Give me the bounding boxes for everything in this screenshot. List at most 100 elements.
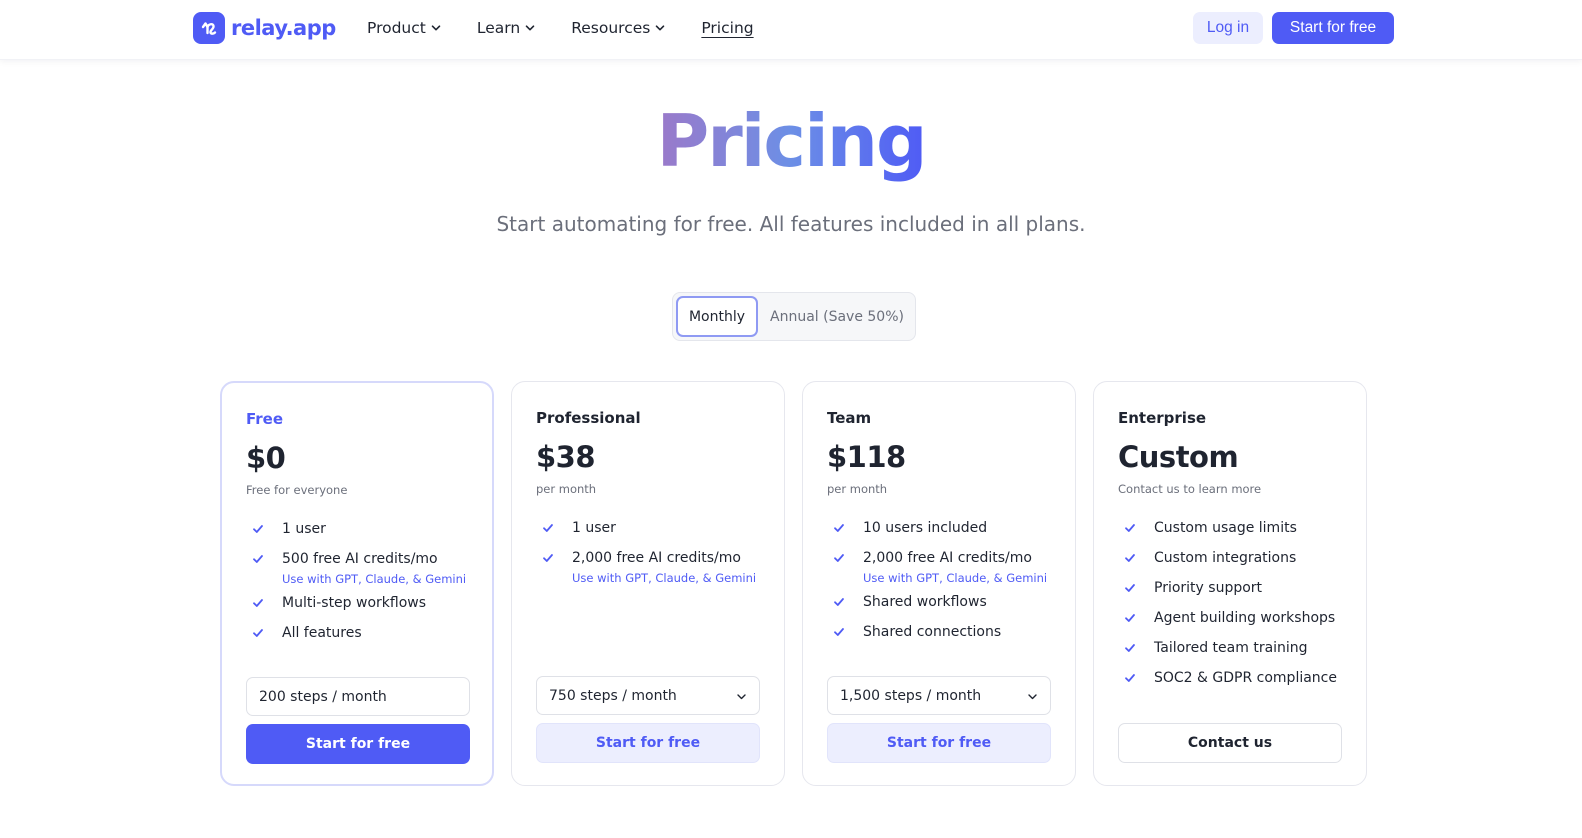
feature-item: SOC2 & GDPR compliance xyxy=(1118,669,1350,699)
feature-item: All features xyxy=(246,624,478,654)
feature-text: 2,000 free AI credits/mo xyxy=(863,550,1032,566)
feature-item: 1 user xyxy=(536,519,768,549)
relay-logo-icon xyxy=(193,12,225,44)
feature-item: Multi-step workflows xyxy=(246,594,478,624)
page-subtitle: Start automating for free. All features … xyxy=(496,212,1086,236)
check-icon xyxy=(253,525,263,533)
feature-text: Tailored team training xyxy=(1154,640,1308,656)
feature-text: SOC2 & GDPR compliance xyxy=(1154,670,1337,686)
feature-item: 2,000 free AI credits/mo Use with GPT, C… xyxy=(536,549,768,586)
plan-price-subtext: per month xyxy=(536,482,597,496)
log-in-button[interactable]: Log in xyxy=(1193,12,1263,44)
feature-text: Shared workflows xyxy=(863,594,987,610)
plan-name: Enterprise xyxy=(1118,409,1207,427)
start-for-free-button[interactable]: Start for free xyxy=(536,723,760,763)
nav-resources[interactable]: Resources xyxy=(571,17,665,39)
check-icon xyxy=(1125,554,1135,562)
steps-select[interactable]: 750 steps / month xyxy=(536,676,760,715)
feature-text: 10 users included xyxy=(863,520,988,536)
check-icon xyxy=(834,524,844,532)
contact-us-button[interactable]: Contact us xyxy=(1118,723,1342,763)
feature-text: All features xyxy=(282,625,362,641)
plan-name: Professional xyxy=(536,409,641,427)
start-for-free-button[interactable]: Start for free xyxy=(827,723,1051,763)
feature-item: Shared connections xyxy=(827,623,1059,653)
check-icon xyxy=(1125,614,1135,622)
nav-learn[interactable]: Learn xyxy=(477,17,535,39)
plan-card-free: Free $0 Free for everyone 1 user 500 fre… xyxy=(220,381,494,786)
feature-text: 500 free AI credits/mo xyxy=(282,551,438,567)
plan-price: $38 xyxy=(536,440,596,474)
nav-learn-label: Learn xyxy=(476,19,521,37)
toggle-annual[interactable]: Annual (Save 50%) xyxy=(761,296,913,337)
feature-list: 1 user 500 free AI credits/mo Use with G… xyxy=(246,520,478,654)
feature-text: Multi-step workflows xyxy=(282,595,427,611)
feature-note: Use with GPT, Claude, & Gemini xyxy=(863,571,1048,585)
billing-period-toggle: Monthly Annual (Save 50%) xyxy=(672,292,916,341)
check-icon xyxy=(253,629,263,637)
plan-price: $0 xyxy=(246,441,286,475)
feature-item: 10 users included xyxy=(827,519,1059,549)
feature-text: Custom usage limits xyxy=(1154,520,1297,536)
chevron-down-icon xyxy=(1028,694,1037,700)
page-title-text: Pricing xyxy=(656,99,927,183)
steps-value: 1,500 steps / month xyxy=(840,687,982,704)
page-title: Pricing xyxy=(0,96,1582,186)
chevron-down-icon xyxy=(525,25,535,31)
plan-name: Team xyxy=(827,409,872,427)
feature-list: 1 user 2,000 free AI credits/mo Use with… xyxy=(536,519,768,593)
start-for-free-button[interactable]: Start for free xyxy=(246,724,470,764)
steps-select[interactable]: 1,500 steps / month xyxy=(827,676,1051,715)
check-icon xyxy=(1125,524,1135,532)
feature-item: Priority support xyxy=(1118,579,1350,609)
check-icon xyxy=(834,554,844,562)
steps-value: 750 steps / month xyxy=(549,687,677,704)
check-icon xyxy=(543,524,553,532)
plan-card-enterprise: Enterprise Custom Contact us to learn mo… xyxy=(1093,381,1367,786)
relay-logo-link[interactable]: relay.app xyxy=(193,12,336,44)
check-icon xyxy=(1125,644,1135,652)
feature-item: Tailored team training xyxy=(1118,639,1350,669)
plan-card-professional: Professional $38 per month 1 user 2,000 … xyxy=(511,381,785,786)
check-icon xyxy=(1125,674,1135,682)
feature-text: 1 user xyxy=(572,520,616,536)
main-nav: Product Learn Resources Pricing xyxy=(367,17,790,39)
feature-text: Agent building workshops xyxy=(1154,610,1336,626)
check-icon xyxy=(253,599,263,607)
plan-price-subtext: Contact us to learn more xyxy=(1118,482,1262,496)
steps-field[interactable]: 200 steps / month xyxy=(246,677,470,716)
plan-price: $118 xyxy=(827,440,906,474)
nav-product[interactable]: Product xyxy=(367,17,441,39)
check-icon xyxy=(253,555,263,563)
chevron-down-icon xyxy=(737,694,746,700)
feature-item: Custom integrations xyxy=(1118,549,1350,579)
plan-price-subtext: per month xyxy=(827,482,888,496)
plan-name: Free xyxy=(246,410,284,428)
feature-item: Custom usage limits xyxy=(1118,519,1350,549)
toggle-monthly[interactable]: Monthly xyxy=(676,296,758,337)
nav-pricing-label: Pricing xyxy=(701,19,754,37)
feature-text: Shared connections xyxy=(863,624,1002,640)
feature-item: 1 user xyxy=(246,520,478,550)
feature-text: 2,000 free AI credits/mo xyxy=(572,550,741,566)
feature-note: Use with GPT, Claude, & Gemini xyxy=(282,572,467,586)
logo-text: relay.app xyxy=(231,16,336,40)
feature-item: Agent building workshops xyxy=(1118,609,1350,639)
feature-item: 2,000 free AI credits/mo Use with GPT, C… xyxy=(827,549,1059,586)
steps-value: 200 steps / month xyxy=(259,688,387,705)
chevron-down-icon xyxy=(431,25,441,31)
plan-card-team: Team $118 per month 10 users included 2,… xyxy=(802,381,1076,786)
nav-resources-label: Resources xyxy=(571,19,651,37)
feature-text: 1 user xyxy=(282,521,326,537)
check-icon xyxy=(543,554,553,562)
plan-price: Custom xyxy=(1118,440,1239,474)
top-navigation-bar: relay.app Product Learn Resources Pricin… xyxy=(0,0,1582,60)
nav-pricing[interactable]: Pricing xyxy=(701,17,753,39)
feature-text: Priority support xyxy=(1154,580,1263,596)
nav-product-label: Product xyxy=(367,19,426,37)
check-icon xyxy=(1125,584,1135,592)
feature-list: Custom usage limits Custom integrations … xyxy=(1118,519,1350,699)
feature-text: Custom integrations xyxy=(1154,550,1297,566)
feature-item: Shared workflows xyxy=(827,593,1059,623)
start-for-free-header-button[interactable]: Start for free xyxy=(1272,12,1394,44)
